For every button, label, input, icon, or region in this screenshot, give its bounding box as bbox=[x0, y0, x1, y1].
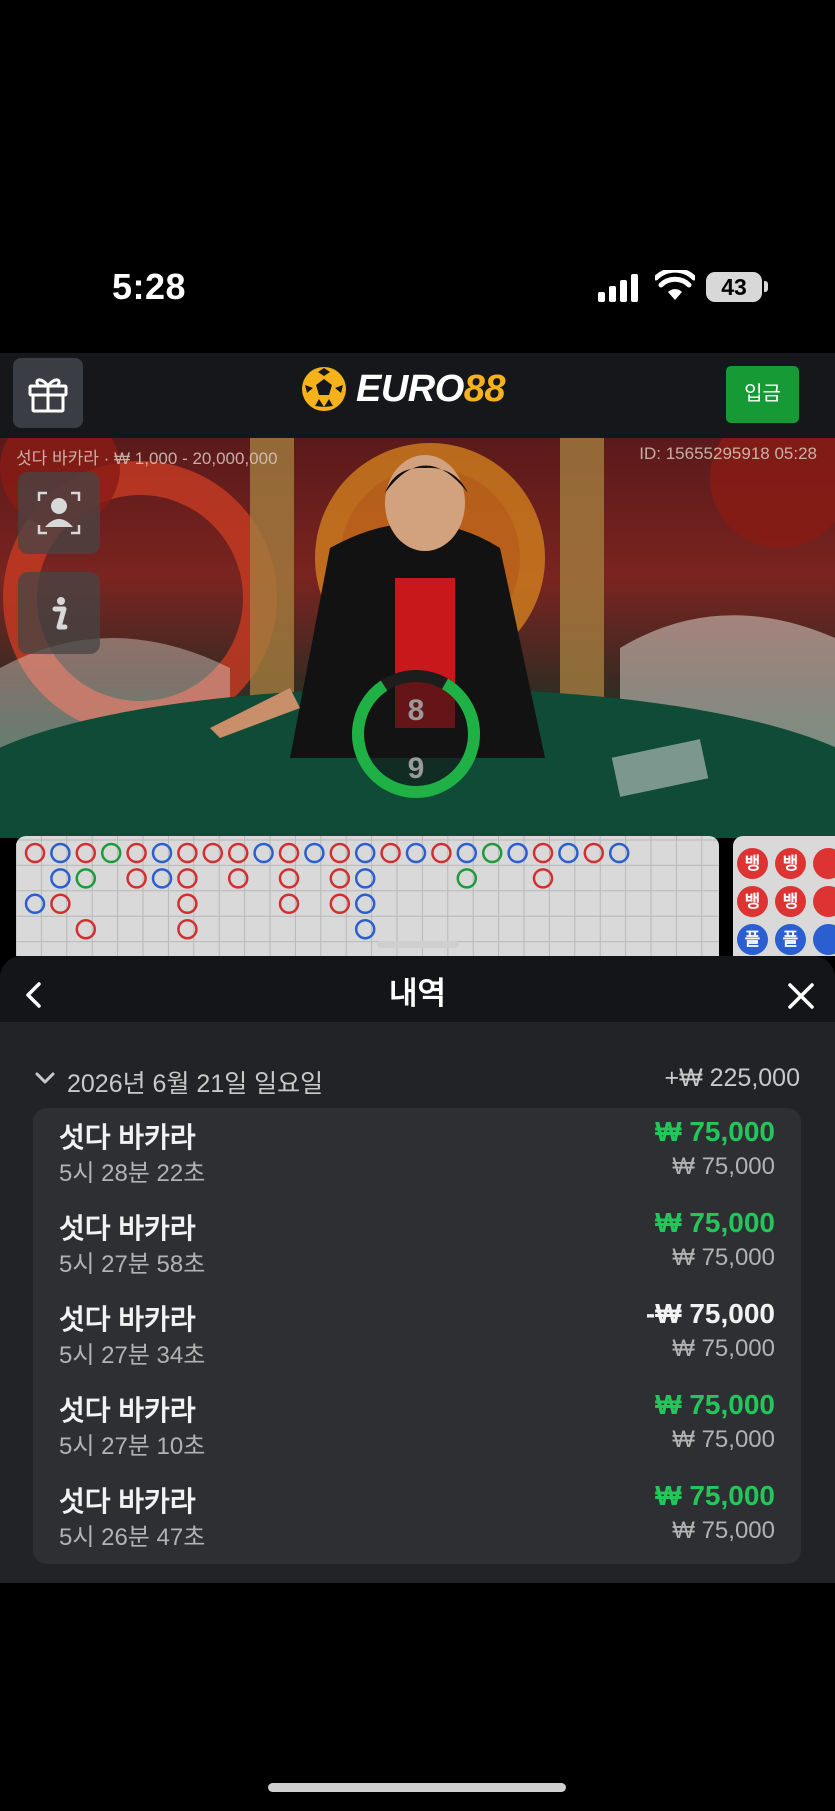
bead-banker: 뱅 bbox=[775, 886, 806, 917]
row-bet: ₩ 75,000 bbox=[672, 1153, 775, 1180]
history-row[interactable]: 섯다 바카라 5시 27분 10초 ₩ 75,000 ₩ 75,000 bbox=[33, 1381, 801, 1472]
table-limits-label: 섯다 바카라 · ₩ 1,000 - 20,000,000 bbox=[16, 449, 278, 468]
chevron-down-icon bbox=[35, 1072, 55, 1084]
wifi-icon bbox=[655, 270, 695, 300]
bead-banker: 뱅 bbox=[775, 848, 806, 879]
logo-main: EURO bbox=[356, 367, 464, 410]
row-payout: ₩ 75,000 bbox=[655, 1207, 775, 1238]
history-row[interactable]: 섯다 바카라 5시 26분 47초 ₩ 75,000 ₩ 75,000 bbox=[33, 1472, 801, 1563]
close-icon[interactable] bbox=[785, 980, 817, 1012]
date-group-header[interactable]: 2026년 6월 21일 일요일 +₩ 225,000 bbox=[34, 1064, 800, 1100]
row-time: 5시 27분 58초 bbox=[59, 1251, 206, 1278]
bead-player: 플 bbox=[737, 924, 768, 955]
row-game-name: 섯다 바카라 bbox=[59, 1486, 196, 1517]
timer-top-digit: 8 bbox=[408, 694, 425, 727]
row-game-name: 섯다 바카라 bbox=[59, 1395, 196, 1426]
date-total: +₩ 225,000 bbox=[664, 1064, 800, 1092]
bead-banker: 뱅 bbox=[737, 886, 768, 917]
row-time: 5시 28분 22초 bbox=[59, 1160, 206, 1187]
history-row[interactable]: 섯다 바카라 5시 28분 22초 ₩ 75,000 ₩ 75,000 bbox=[33, 1108, 801, 1199]
row-game-name: 섯다 바카라 bbox=[59, 1304, 196, 1335]
logo-text: EURO88 bbox=[356, 367, 506, 411]
row-game-name: 섯다 바카라 bbox=[59, 1213, 196, 1244]
gift-button[interactable] bbox=[13, 358, 83, 428]
betting-timer: 8 9 bbox=[352, 670, 480, 798]
battery-indicator: 43 bbox=[706, 272, 762, 302]
road-map[interactable] bbox=[16, 836, 719, 956]
row-bet: ₩ 75,000 bbox=[672, 1517, 775, 1544]
bead-banker: 뱅 bbox=[737, 848, 768, 879]
info-icon bbox=[52, 597, 68, 630]
row-bet: ₩ 75,000 bbox=[672, 1426, 775, 1453]
row-payout: ₩ 75,000 bbox=[655, 1116, 775, 1147]
row-time: 5시 27분 34초 bbox=[59, 1342, 206, 1369]
row-bet: ₩ 75,000 bbox=[672, 1244, 775, 1271]
home-indicator[interactable] bbox=[268, 1783, 566, 1792]
user-icon bbox=[37, 491, 81, 535]
row-time: 5시 26분 47초 bbox=[59, 1524, 206, 1551]
cellular-signal-icon bbox=[598, 274, 638, 302]
status-time: 5:28 bbox=[112, 266, 187, 307]
euro88-logo: EURO88 bbox=[300, 364, 506, 414]
history-row[interactable]: 섯다 바카라 5시 27분 58초 ₩ 75,000 ₩ 75,000 bbox=[33, 1199, 801, 1290]
bead-player: 플 bbox=[775, 924, 806, 955]
gift-icon bbox=[28, 378, 68, 413]
row-time: 5시 27분 10초 bbox=[59, 1433, 206, 1460]
sheet-grabber[interactable] bbox=[377, 941, 459, 948]
history-list: 섯다 바카라 5시 28분 22초 ₩ 75,000 ₩ 75,000 섯다 바… bbox=[33, 1108, 801, 1564]
info-button[interactable] bbox=[18, 572, 100, 654]
bead-partial bbox=[813, 848, 835, 879]
history-row[interactable]: 섯다 바카라 5시 27분 34초 -₩ 75,000 ₩ 75,000 bbox=[33, 1290, 801, 1381]
soccer-ball-icon bbox=[302, 367, 346, 411]
road-map-grid bbox=[16, 836, 719, 956]
sheet-title: 내역 bbox=[388, 976, 447, 1011]
row-payout: -₩ 75,000 bbox=[645, 1298, 775, 1329]
row-payout: ₩ 75,000 bbox=[655, 1389, 775, 1420]
date-label: 2026년 6월 21일 일요일 bbox=[67, 1070, 324, 1098]
bead-road[interactable]: 뱅 뱅 뱅 뱅 플 플 bbox=[733, 836, 835, 956]
bead-partial bbox=[813, 924, 835, 955]
battery-tip bbox=[764, 281, 768, 292]
round-id-label: ID: 15655295918 05:28 bbox=[639, 444, 817, 463]
bead-partial bbox=[813, 886, 835, 917]
row-game-name: 섯다 바카라 bbox=[59, 1122, 196, 1153]
timer-bottom-digit: 9 bbox=[408, 752, 425, 785]
logo-accent: 88 bbox=[463, 367, 506, 410]
row-payout: ₩ 75,000 bbox=[655, 1480, 775, 1511]
deposit-button[interactable]: 입금 bbox=[726, 366, 799, 423]
players-button[interactable] bbox=[18, 472, 100, 554]
row-bet: ₩ 75,000 bbox=[672, 1335, 775, 1362]
bottom-area bbox=[0, 1583, 835, 1811]
